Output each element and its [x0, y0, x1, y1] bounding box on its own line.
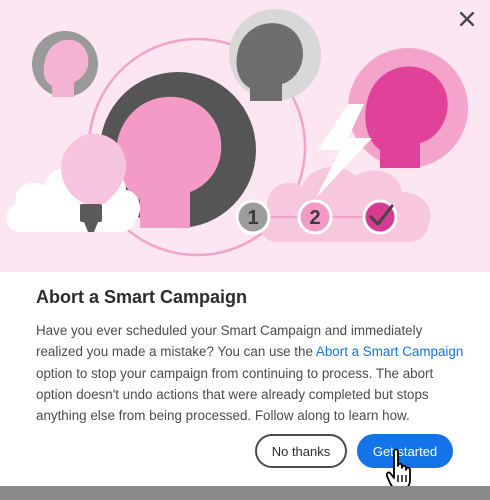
close-button[interactable] [456, 8, 478, 30]
avatar-small-icon [32, 31, 98, 97]
cloud-right-icon [259, 166, 431, 242]
abort-smart-campaign-link[interactable]: Abort a Smart Campaign [316, 344, 463, 359]
dialog-body: Have you ever scheduled your Smart Campa… [36, 320, 466, 426]
dialog-title: Abort a Smart Campaign [36, 287, 248, 307]
hero-illustration: 1 2 [0, 0, 490, 272]
step-3-check-icon [362, 199, 398, 235]
illustration-graphic: 1 2 [6, 9, 468, 257]
abort-smart-campaign-dialog: 1 2 Abort a Smart Campaign Have you ever… [0, 0, 490, 486]
hand-pointer-cursor-icon [386, 448, 411, 486]
step-1-label: 1 [247, 207, 258, 229]
close-icon [460, 12, 474, 26]
avatar-gray-icon [229, 9, 321, 102]
no-thanks-button[interactable]: No thanks [255, 434, 347, 468]
step-2-label: 2 [309, 207, 320, 229]
avatar-pink-icon [348, 48, 468, 168]
body-text-end: option to stop your campaign from contin… [36, 365, 434, 424]
